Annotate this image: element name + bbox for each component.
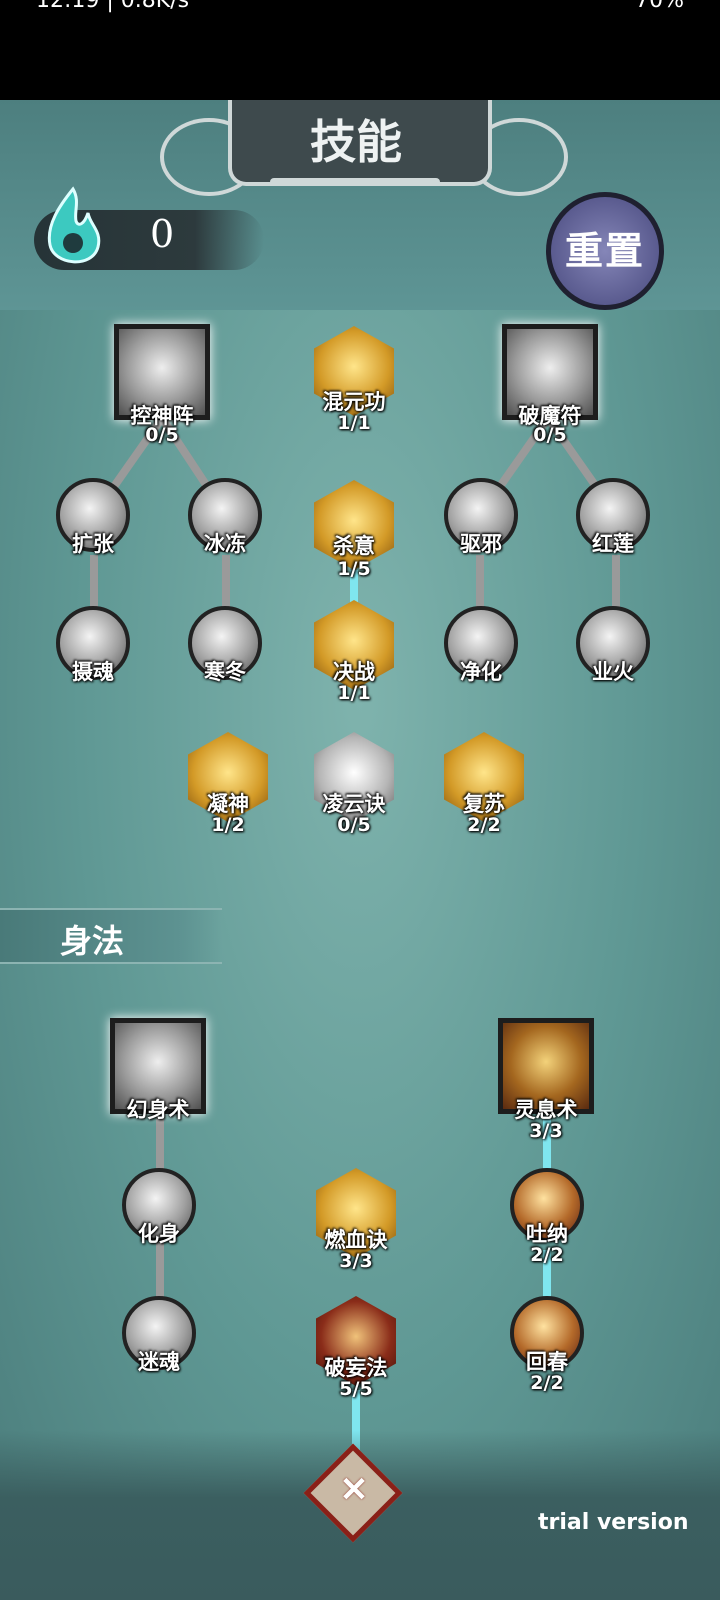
skill-node-hunyuangong[interactable]: 混元功 1/1 <box>314 326 394 434</box>
skill-level: 5/5 <box>339 1378 373 1400</box>
skill-name: 净化 <box>460 659 502 684</box>
skill-name: 冰冻 <box>204 531 246 556</box>
skill-name: 杀意 <box>333 533 375 558</box>
skill-node-huichun[interactable]: 回春 2/2 <box>510 1296 584 1394</box>
skill-node-bingdong[interactable]: 冰冻 <box>188 478 262 556</box>
skills-screen: 技能 0 重置 控神阵 0/5 混元功 1/1 破魔符 0/5 扩张 冰冻 杀意… <box>0 100 720 1600</box>
skill-level: 3/3 <box>339 1250 373 1272</box>
skill-node-lingxishu[interactable]: 灵息术 3/3 <box>498 1018 594 1142</box>
skill-level: 2/2 <box>530 1244 564 1266</box>
skill-name: 寒冬 <box>204 659 246 684</box>
skill-level: 1/1 <box>337 682 371 704</box>
skill-node-kongshenzhen[interactable]: 控神阵 0/5 <box>114 324 210 446</box>
skill-node-yehuo[interactable]: 业火 <box>576 606 650 684</box>
skill-node-honglian[interactable]: 红莲 <box>576 478 650 556</box>
skill-node-quxie[interactable]: 驱邪 <box>444 478 518 556</box>
skill-node-shayi[interactable]: 杀意 1/5 <box>314 480 394 580</box>
skill-level: 1/2 <box>211 814 245 836</box>
skill-level: 3/3 <box>529 1120 563 1142</box>
skill-level: 2/2 <box>530 1372 564 1394</box>
status-bar: 12:19 | 0.8K/s 70% <box>0 0 720 100</box>
skill-name: 红莲 <box>592 531 634 556</box>
skill-level: 0/5 <box>337 814 371 836</box>
skill-node-huanshenshu[interactable]: 幻身术 <box>110 1018 206 1122</box>
skill-node-ningshen[interactable]: 凝神 1/2 <box>188 732 268 836</box>
skill-node-mihun[interactable]: 迷魂 <box>122 1296 196 1374</box>
skill-level: 1/1 <box>337 412 371 434</box>
skill-name: 业火 <box>592 659 634 684</box>
skill-level: 0/5 <box>533 424 567 446</box>
skill-name: 驱邪 <box>460 531 502 556</box>
skill-level: 2/2 <box>467 814 501 836</box>
skill-level: 0/5 <box>145 424 179 446</box>
movement-section-header: 身法 <box>0 908 222 964</box>
skill-node-handong[interactable]: 寒冬 <box>188 606 262 684</box>
skill-node-huashen[interactable]: 化身 <box>122 1168 196 1246</box>
skill-name: 迷魂 <box>138 1349 180 1374</box>
skill-node-juezhan[interactable]: 决战 1/1 <box>314 600 394 704</box>
skill-name: 化身 <box>138 1221 180 1246</box>
battery-level: 70% <box>635 0 684 13</box>
skill-node-ranxuejue[interactable]: 燃血诀 3/3 <box>316 1168 396 1272</box>
trial-watermark: trial version <box>538 1510 689 1535</box>
skill-node-lingyunjue[interactable]: 凌云诀 0/5 <box>314 732 394 836</box>
skill-node-tuna[interactable]: 吐纳 2/2 <box>510 1168 584 1266</box>
skill-node-kuozhang[interactable]: 扩张 <box>56 478 130 556</box>
skill-node-fusu[interactable]: 复苏 2/2 <box>444 732 524 836</box>
skill-level: 1/5 <box>337 558 371 580</box>
skill-node-pomofu[interactable]: 破魔符 0/5 <box>502 324 598 446</box>
skill-name: 幻身术 <box>126 1097 190 1122</box>
status-time: 12:19 | 0.8K/s <box>36 0 190 13</box>
skill-name: 扩张 <box>72 531 114 556</box>
close-icon: ✕ <box>339 1470 369 1510</box>
skill-node-powangfa[interactable]: 破妄法 5/5 <box>316 1296 396 1400</box>
skill-node-jinghua[interactable]: 净化 <box>444 606 518 684</box>
skill-node-shehun[interactable]: 摄魂 <box>56 606 130 684</box>
skill-name: 摄魂 <box>72 659 114 684</box>
section-title: 身法 <box>60 922 125 960</box>
